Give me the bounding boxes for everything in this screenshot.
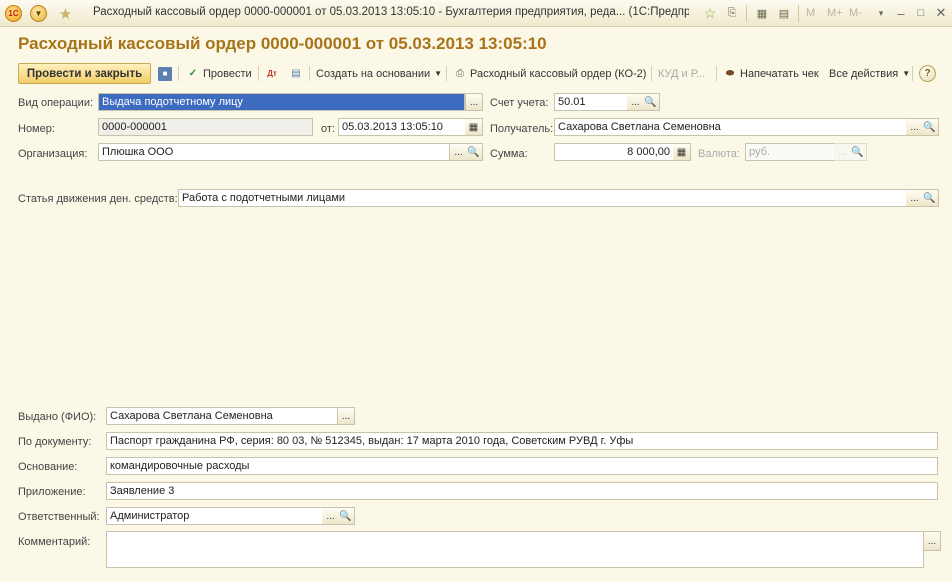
date-calendar-icon[interactable]: ▦ [465,118,483,136]
kud-button[interactable]: КУД и Р... [658,65,705,82]
account-field[interactable]: 50.01 [554,93,628,111]
titlebar-separator [798,5,799,22]
document-structure-icon: ▤ [291,68,301,79]
copy-link-icon[interactable]: ⎘ [724,5,740,21]
main-menu-icon[interactable]: ▼ [30,5,47,22]
responsible-field[interactable]: Администратор [106,507,323,525]
save-button[interactable]: ■ [158,65,175,82]
kud-label: КУД и Р... [658,67,706,80]
memory-minus-button[interactable]: M- [849,7,862,19]
recipient-label: Получатель: [490,123,554,135]
date-label: от: [321,123,335,135]
basis-field[interactable]: командировочные расходы [106,457,938,475]
minimize-icon[interactable]: – [893,5,909,21]
organization-field[interactable]: Плюшка ООО [98,143,450,161]
window-titlebar: 1С ▼ ★ Расходный кассовый ордер 0000-000… [0,0,952,27]
account-search-icon[interactable]: 🔍 [642,93,660,111]
number-field[interactable]: 0000-000001 [98,118,313,136]
date-field[interactable]: 05.03.2013 13:05:10 [338,118,466,136]
recipient-field[interactable]: Сахарова Светлана Семеновна [554,118,907,136]
create-based-on-label: Создать на основании [316,67,431,80]
organization-search-icon[interactable]: 🔍 [465,143,483,161]
currency-field[interactable]: руб. [745,143,835,161]
issued-to-select-button[interactable]: ... [337,407,355,425]
add-favorite-icon[interactable]: ☆ [702,5,718,21]
cash-flow-item-search-icon[interactable]: 🔍 [921,189,939,207]
operation-type-select-button[interactable]: ... [465,93,483,111]
comment-field[interactable] [106,531,924,568]
issued-to-field[interactable]: Сахарова Светлана Семеновна [106,407,338,425]
recipient-search-icon[interactable]: 🔍 [921,118,939,136]
printer-icon: ⎙ [456,68,464,79]
by-document-field[interactable]: Паспорт гражданина РФ, серия: 80 03, № 5… [106,432,938,450]
organization-label: Организация: [18,148,88,160]
debit-credit-icon: Дт [267,69,277,78]
help-icon[interactable]: ? [919,65,936,82]
responsible-search-icon[interactable]: 🔍 [337,507,355,525]
maximize-icon[interactable]: □ [913,5,929,21]
post-and-close-button[interactable]: Провести и закрыть [18,63,151,84]
post-button[interactable]: ✓ Провести [186,65,252,82]
toolbar-separator [258,66,259,81]
cash-flow-item-field[interactable]: Работа с подотчетными лицами [178,189,907,207]
document-title: Расходный кассовый ордер 0000-000001 от … [18,34,547,53]
number-label: Номер: [18,123,55,135]
calculator-icon[interactable]: ▦ [754,5,770,21]
favorite-star-icon[interactable]: ★ [57,5,74,23]
post-button-label: Провести [203,67,252,80]
memory-m-button[interactable]: M [806,7,815,19]
titlebar-separator [746,5,747,22]
all-actions-label: Все действия [829,67,899,80]
attachment-field[interactable]: Заявление 3 [106,482,938,500]
responsible-label: Ответственный: [18,511,100,523]
receipt-icon: ⬬ [725,68,735,79]
comment-label: Комментарий: [18,536,91,548]
post-icon: ✓ [188,68,198,79]
chevron-down-icon: ▼ [902,69,911,78]
print-receipt-label: Напечатать чек [740,67,819,80]
print-receipt-button[interactable]: ⬬ Напечатать чек [723,65,819,82]
toolbar-separator [309,66,310,81]
toolbar-separator [651,66,652,81]
amount-field[interactable]: 8 000,00 [554,143,674,161]
all-actions-button[interactable]: Все действия ▼ [829,65,910,82]
currency-search-icon[interactable]: 🔍 [849,143,867,161]
save-icon: ■ [158,66,172,81]
currency-label: Валюта: [698,148,740,160]
print-ko2-button[interactable]: ⎙ Расходный кассовый ордер (КО-2) [453,65,646,82]
amount-calculator-icon[interactable]: ▦ [673,143,691,161]
calendar-icon[interactable]: ▤ [776,5,792,21]
operation-type-field[interactable]: Выдача подотчетному лицу [98,93,465,111]
window-title: Расходный кассовый ордер 0000-000001 от … [93,6,689,18]
by-document-label: По документу: [18,436,92,448]
close-icon[interactable]: ✕ [933,5,949,21]
print-ko2-label: Расходный кассовый ордер (КО-2) [470,67,647,80]
toolbar-separator [912,66,913,81]
account-label: Счет учета: [490,97,549,109]
basis-label: Основание: [18,461,78,473]
app-logo-icon[interactable]: 1С [5,5,22,22]
operation-type-label: Вид операции: [18,97,94,109]
toolbar-separator [716,66,717,81]
issued-to-label: Выдано (ФИО): [18,411,97,423]
toolbar-separator [446,66,447,81]
create-based-on-button[interactable]: Создать на основании ▼ [316,65,442,82]
debit-credit-button[interactable]: Дт [265,65,282,82]
structure-button[interactable]: ▤ [289,65,306,82]
cash-flow-item-label: Статья движения ден. средств: [18,193,178,205]
amount-label: Сумма: [490,148,528,160]
memory-plus-button[interactable]: M+ [827,7,843,19]
dropdown-arrow-icon[interactable]: ▾ [873,5,889,21]
attachment-label: Приложение: [18,486,86,498]
chevron-down-icon: ▼ [434,69,443,78]
form-toolbar: Провести и закрыть ■ ✓ Провести Дт ▤ Соз… [0,60,952,88]
comment-edit-button[interactable]: ... [923,531,941,551]
toolbar-separator [178,66,179,81]
